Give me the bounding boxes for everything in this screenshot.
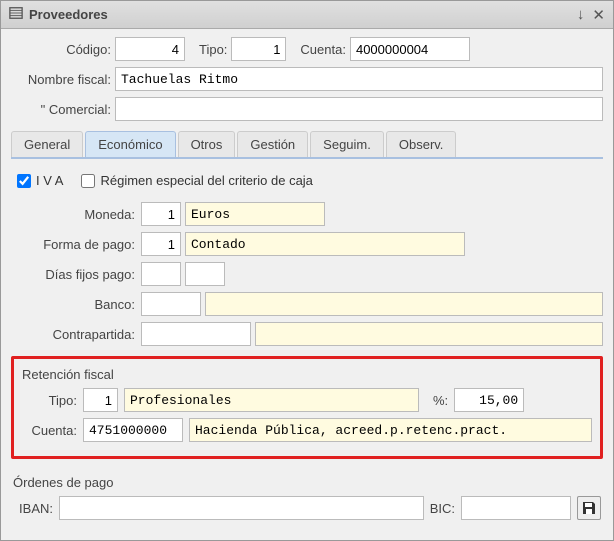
ret-cuenta-code-input[interactable] — [83, 418, 183, 442]
ret-percent-input[interactable] — [454, 388, 524, 412]
tipo-input[interactable] — [231, 37, 286, 61]
minimize-icon[interactable]: ↓ — [577, 6, 585, 24]
close-icon[interactable]: ✕ — [592, 6, 605, 24]
iban-input[interactable] — [59, 496, 424, 520]
tab-gestion[interactable]: Gestión — [237, 131, 308, 157]
forma-pago-text-input[interactable] — [185, 232, 465, 256]
window-icon — [9, 6, 23, 23]
retencion-fiscal-group: Retención fiscal Tipo: %: Cuenta: — [11, 356, 603, 459]
regimen-checkbox-wrap[interactable]: Régimen especial del criterio de caja — [81, 173, 312, 188]
titlebar: Proveedores ↓ ✕ — [1, 1, 613, 29]
contrapartida-code-input[interactable] — [141, 322, 251, 346]
banco-label: Banco: — [11, 297, 141, 312]
retencion-legend: Retención fiscal — [22, 367, 592, 382]
forma-pago-label: Forma de pago: — [11, 237, 141, 252]
tipo-label: Tipo: — [199, 42, 227, 57]
bic-label: BIC: — [430, 501, 455, 516]
regimen-label: Régimen especial del criterio de caja — [100, 173, 312, 188]
ret-tipo-label: Tipo: — [22, 393, 77, 408]
iva-checkbox[interactable] — [17, 174, 31, 188]
window: Proveedores ↓ ✕ Código: Tipo: Cuenta: No… — [0, 0, 614, 541]
codigo-label: Código: — [11, 42, 111, 57]
comercial-label: " Comercial: — [11, 102, 111, 117]
forma-pago-code-input[interactable] — [141, 232, 181, 256]
banco-text-input[interactable] — [205, 292, 603, 316]
ordenes-pago-group: Órdenes de pago IBAN: BIC: — [11, 469, 603, 532]
ret-tipo-text-input[interactable] — [124, 388, 419, 412]
dias-fijos-1-input[interactable] — [141, 262, 181, 286]
tab-general[interactable]: General — [11, 131, 83, 157]
bic-input[interactable] — [461, 496, 571, 520]
dias-fijos-label: Días fijos pago: — [11, 267, 141, 282]
ret-cuenta-text-input[interactable] — [189, 418, 592, 442]
ret-percent-label: %: — [433, 393, 448, 408]
ret-tipo-code-input[interactable] — [83, 388, 118, 412]
cuenta-label: Cuenta: — [300, 42, 346, 57]
nombre-fiscal-label: Nombre fiscal: — [11, 72, 111, 87]
content: Código: Tipo: Cuenta: Nombre fiscal: " C… — [1, 29, 613, 540]
contrapartida-label: Contrapartida: — [11, 327, 141, 342]
banco-code-input[interactable] — [141, 292, 201, 316]
tabs: General Económico Otros Gestión Seguim. … — [11, 131, 603, 159]
tab-otros[interactable]: Otros — [178, 131, 236, 157]
iva-label: I V A — [36, 173, 63, 188]
nombre-fiscal-input[interactable] — [115, 67, 603, 91]
tab-economico[interactable]: Económico — [85, 131, 175, 157]
ret-cuenta-label: Cuenta: — [22, 423, 77, 438]
iva-checkbox-wrap[interactable]: I V A — [17, 173, 63, 188]
moneda-label: Moneda: — [11, 207, 141, 222]
contrapartida-text-input[interactable] — [255, 322, 603, 346]
regimen-checkbox[interactable] — [81, 174, 95, 188]
dias-fijos-2-input[interactable] — [185, 262, 225, 286]
tab-seguim[interactable]: Seguim. — [310, 131, 384, 157]
moneda-text-input[interactable] — [185, 202, 325, 226]
tab-observ[interactable]: Observ. — [386, 131, 457, 157]
moneda-code-input[interactable] — [141, 202, 181, 226]
save-button[interactable] — [577, 496, 601, 520]
iban-label: IBAN: — [13, 501, 53, 516]
cuenta-input[interactable] — [350, 37, 470, 61]
window-title: Proveedores — [29, 7, 108, 22]
save-icon — [581, 500, 597, 516]
ordenes-legend: Órdenes de pago — [13, 475, 601, 490]
comercial-input[interactable] — [115, 97, 603, 121]
codigo-input[interactable] — [115, 37, 185, 61]
